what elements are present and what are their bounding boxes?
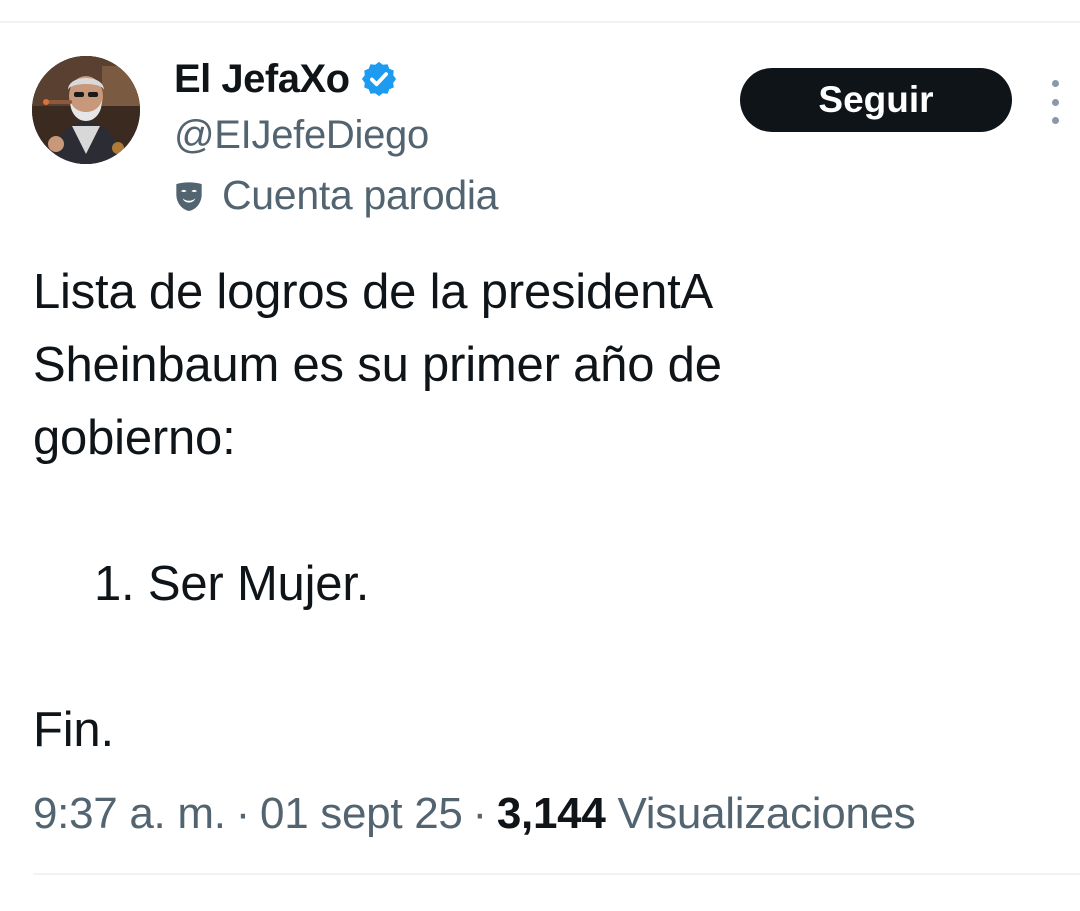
top-divider [0,21,1080,23]
tweet-line: Fin. [33,703,114,757]
avatar-image [32,56,140,164]
bottom-divider [33,873,1080,875]
tweet-line: Lista de logros de la presidentA [33,265,714,319]
tweet-date[interactable]: 01 sept 25 [260,789,463,839]
views-count: 3,144 [496,789,606,838]
verified-badge-icon[interactable] [360,60,398,98]
tweet-line [33,475,1043,548]
theater-mask-icon [176,181,202,211]
tweet-line: gobierno: [33,411,236,465]
parody-label: Cuenta parodia [222,172,499,218]
follow-button[interactable]: Seguir [740,68,1012,132]
meta-separator: · [235,789,251,838]
more-vertical-icon[interactable] [1040,80,1070,124]
more-dot [1051,98,1059,106]
avatar[interactable] [32,56,140,164]
tweet-metadata: 9:37 a. m. · 01 sept 25 · 3,144 Visualiz… [33,784,916,844]
tweet-line: Sheinbaum es su primer año de [33,338,722,392]
more-dot [1051,117,1059,124]
tweet-text: Lista de logros de la presidentA Sheinba… [33,256,1043,767]
tweet-time[interactable]: 9:37 a. m. [33,789,226,839]
display-name[interactable]: El JefaXo [174,57,350,102]
tweet-line [33,621,1043,694]
views-label: Visualizaciones [617,789,916,838]
user-handle[interactable]: @EIJefeDiego [174,113,429,158]
display-name-row: El JefaXo [174,56,398,102]
tweet-detail: El JefaXo @EIJefeDiego Cuenta parodia Se… [0,0,1080,911]
more-dot [1051,80,1059,87]
meta-separator: · [472,789,488,838]
parody-account-label: Cuenta parodia [170,172,498,219]
tweet-list-item: 1. Ser Mujer. [94,557,370,611]
